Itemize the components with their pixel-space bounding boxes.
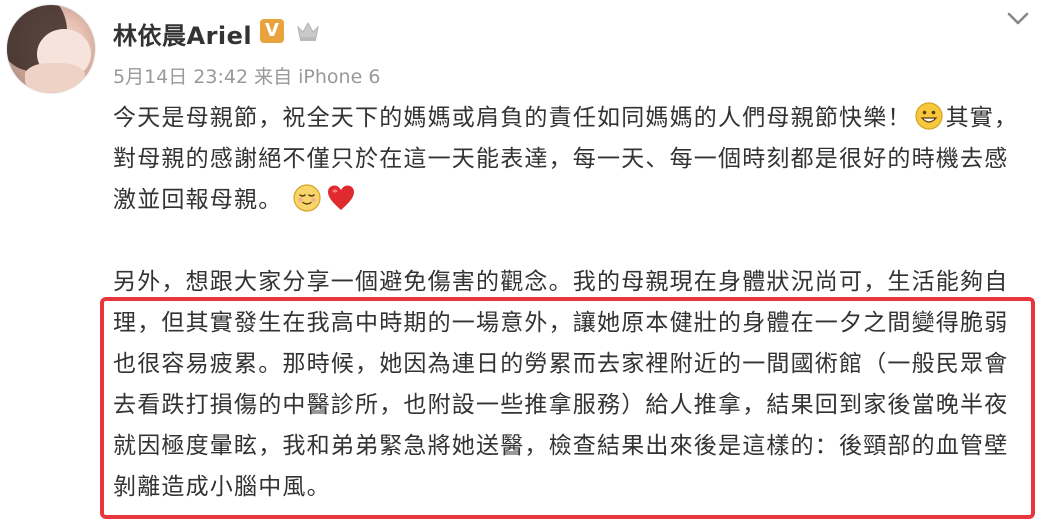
weibo-post: 林依晨Ariel V 5月14日 23:42 来自 iPhone 6 今天是母親… (0, 0, 1050, 525)
post-meta: 5月14日 23:42 来自 iPhone 6 (113, 66, 381, 88)
highlight-box (100, 297, 1035, 519)
paragraph-1-text-a: 今天是母親節，祝全天下的媽媽或肩負的責任如同媽媽的人們母親節快樂！ (113, 105, 912, 131)
chevron-down-icon[interactable] (1005, 10, 1031, 28)
grin-emoji-icon (915, 102, 943, 130)
paragraph-1: 今天是母親節，祝全天下的媽媽或肩負的責任如同媽媽的人們母親節快樂！ 其實，對母親… (113, 98, 1025, 221)
heart-emoji-icon (328, 185, 355, 210)
verified-badge-icon[interactable]: V (260, 19, 284, 43)
username-link[interactable]: 林依晨Ariel (113, 16, 252, 51)
relieved-emoji-icon (293, 184, 322, 212)
avatar[interactable] (6, 4, 96, 94)
crown-icon[interactable] (295, 19, 321, 43)
